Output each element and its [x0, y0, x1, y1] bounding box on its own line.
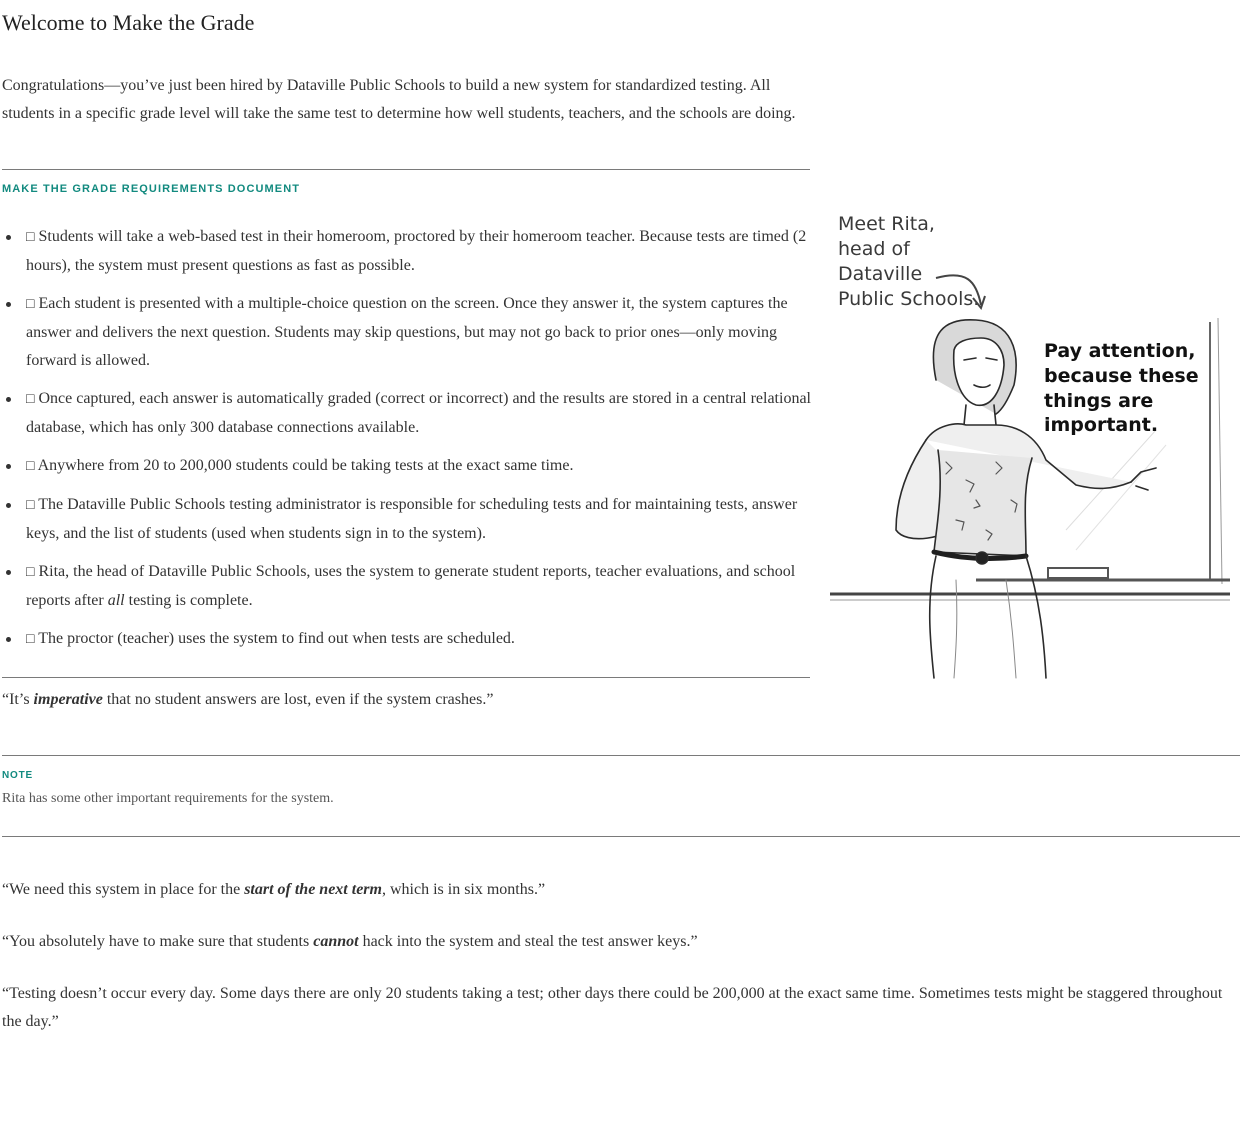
requirement-text: Each student is presented with a multipl… — [26, 295, 788, 369]
requirement-item: □ Each student is presented with a multi… — [6, 290, 812, 375]
speech-line: because these — [1044, 365, 1199, 387]
caption-line: Dataville — [838, 263, 922, 285]
caption-line: Public Schools. — [838, 288, 979, 310]
caption-line: Meet Rita, — [838, 213, 935, 235]
speech-line: important. — [1044, 414, 1158, 436]
checkbox-icon: □ — [26, 565, 35, 580]
divider-requirements-bottom — [2, 677, 810, 678]
speech-line: Pay attention, — [1044, 340, 1195, 362]
note-text: Rita has some other important requiremen… — [2, 791, 334, 806]
page-title: Welcome to Make the Grade — [2, 10, 255, 35]
speech-line: things are — [1044, 390, 1153, 412]
requirement-emphasis: all — [107, 592, 125, 609]
note-label: Note — [2, 770, 33, 781]
requirement-item: □ Once captured, each answer is automati… — [6, 385, 812, 442]
divider-note-top — [2, 755, 1240, 756]
quote-text-after: hack into the system and steal the test … — [358, 933, 698, 950]
intro-paragraph: Congratulations—you’ve just been hired b… — [2, 77, 796, 122]
quote-testing-frequency: “Testing doesn’t occur every day. Some d… — [2, 985, 1223, 1030]
caption-handwritten: Meet Rita, head of Dataville Public Scho… — [838, 213, 979, 310]
requirement-item: □ The proctor (teacher) uses the system … — [6, 625, 812, 654]
requirement-text: The proctor (teacher) uses the system to… — [38, 630, 515, 647]
speech-text: Pay attention, because these things are … — [1044, 340, 1199, 436]
requirement-text: Students will take a web-based test in t… — [26, 228, 807, 274]
quote-emphasis: cannot — [313, 933, 359, 950]
checkbox-icon: □ — [26, 498, 35, 513]
requirement-item: □ Rita, the head of Dataville Public Sch… — [6, 558, 812, 615]
quote-cannot-hack: “You absolutely have to make sure that s… — [2, 928, 1232, 956]
requirement-item: □ The Dataville Public Schools testing a… — [6, 491, 812, 548]
checkbox-icon: □ — [26, 459, 35, 474]
requirement-text-after: testing is complete. — [124, 592, 253, 609]
quote-text-before: “You absolutely have to make sure that s… — [2, 933, 314, 950]
checkbox-icon: □ — [26, 297, 35, 312]
rita-illustration: Meet Rita, head of Dataville Public Scho… — [830, 213, 1230, 679]
caption-line: head of — [838, 238, 911, 260]
eraser-icon — [1047, 567, 1109, 579]
quote-emphasis: imperative — [33, 691, 103, 708]
requirement-item: □ Anywhere from 20 to 200,000 students c… — [6, 452, 812, 481]
quote-text-after: that no student answers are lost, even i… — [102, 691, 494, 708]
quote-imperative: “It’s imperative that no student answers… — [2, 686, 493, 714]
quote-text-before: “We need this system in place for the — [2, 881, 245, 898]
checkbox-icon: □ — [26, 632, 35, 647]
divider-note-bottom — [2, 836, 1240, 837]
requirement-item: □ Students will take a web-based test in… — [6, 223, 812, 280]
quote-text-before: “It’s — [2, 691, 34, 708]
divider-top — [2, 169, 810, 170]
requirement-text: Anywhere from 20 to 200,000 students cou… — [37, 457, 574, 474]
quote-emphasis: start of the next term — [244, 881, 382, 898]
requirement-text: Once captured, each answer is automatica… — [26, 390, 811, 436]
requirement-text: Rita, the head of Dataville Public Schoo… — [26, 563, 795, 609]
requirements-heading: Make the Grade Requirements Document — [2, 183, 301, 195]
quote-start-of-term: “We need this system in place for the st… — [2, 876, 1232, 904]
requirement-text: The Dataville Public Schools testing adm… — [26, 496, 798, 542]
quote-text-after: , which is in six months.” — [381, 881, 546, 898]
checkbox-icon: □ — [26, 392, 35, 407]
checkbox-icon: □ — [26, 230, 35, 245]
requirements-list: □ Students will take a web-based test in… — [6, 223, 812, 664]
